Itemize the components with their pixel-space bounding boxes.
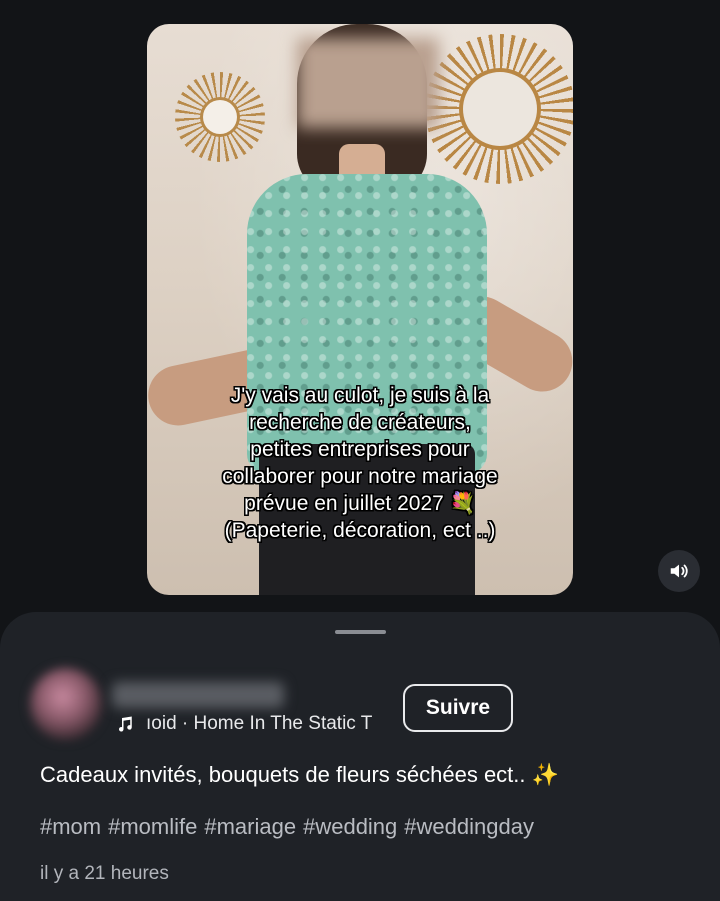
hashtag-link[interactable]: #mariage <box>204 814 296 840</box>
caption-line: J'y vais au culot, je suis à la <box>230 384 490 407</box>
post-timestamp: il y a 21 heures <box>40 863 169 884</box>
mute-button[interactable] <box>658 550 700 592</box>
caption-line: recherche de créateurs, <box>249 411 471 434</box>
post-details-sheet: ıoid · Home In The Static T Suivre Cadea… <box>0 612 720 901</box>
hashtag-link[interactable]: #weddingday <box>404 814 534 840</box>
caption-line: collaborer pour notre mariage <box>222 465 498 488</box>
sheet-drag-handle[interactable] <box>335 630 386 634</box>
sun-mirror-decoration <box>425 34 573 184</box>
caption-line: petites entreprises pour <box>250 438 470 461</box>
video-caption: J'y vais au culot, je suis à la recherch… <box>147 382 573 544</box>
video-player[interactable]: J'y vais au culot, je suis à la recherch… <box>147 24 573 595</box>
follow-button[interactable]: Suivre <box>403 684 513 732</box>
post-description: Cadeaux invités, bouquets de fleurs séch… <box>40 762 560 787</box>
hashtag-link[interactable]: #mom <box>40 814 101 840</box>
blurred-face <box>297 38 439 128</box>
sun-mirror-decoration <box>175 72 265 162</box>
hashtag-link[interactable]: #wedding <box>303 814 397 840</box>
video-area: J'y vais au culot, je suis à la recherch… <box>0 0 720 640</box>
hashtag-list: #mom #momlife #mariage #wedding #wedding… <box>40 814 534 840</box>
avatar[interactable] <box>30 668 102 740</box>
username-blurred[interactable] <box>112 682 284 708</box>
music-note-icon <box>119 716 132 732</box>
music-track-text: ıoid · Home In The Static T <box>146 713 373 734</box>
speaker-volume-icon <box>670 564 688 578</box>
caption-line: (Papeterie, décoration, ect ..) <box>224 519 496 542</box>
caption-line: prévue en juillet 2027 💐 <box>244 492 476 515</box>
hashtag-link[interactable]: #momlife <box>108 814 197 840</box>
music-track-link[interactable]: ıoid · Home In The Static T <box>116 713 388 735</box>
